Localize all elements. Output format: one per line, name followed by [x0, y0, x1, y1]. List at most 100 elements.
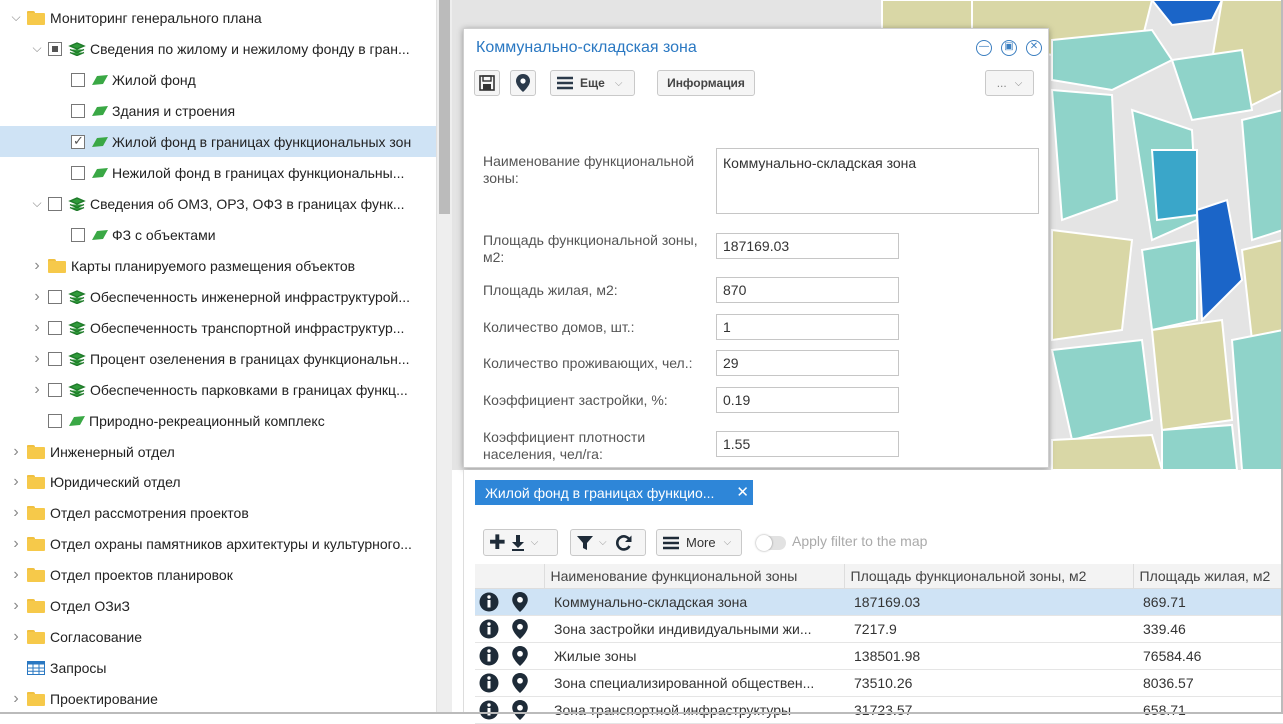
chevron-down-icon[interactable] — [31, 41, 43, 56]
tree-item-legal-dept[interactable]: Юридический отдел — [0, 466, 436, 497]
tree-item-engineering-infra[interactable]: Обеспеченность инженерной инфраструктуро… — [0, 281, 436, 312]
tree-item-design[interactable]: Проектирование — [0, 683, 436, 714]
chevron-right-icon[interactable] — [31, 290, 43, 304]
add-icon[interactable]: ✚ — [489, 530, 506, 555]
close-button[interactable]: ✕ — [1026, 40, 1042, 56]
filter-icon[interactable] — [577, 535, 593, 551]
tree-item-planned-maps[interactable]: Карты планируемого размещения объектов — [0, 250, 436, 281]
map-pin-icon[interactable] — [512, 699, 528, 720]
tree-item-recreation[interactable]: Природно-рекреационный комплекс — [0, 405, 436, 436]
field-zone-area[interactable]: 187169.03 — [716, 233, 899, 259]
close-icon[interactable]: ✕ — [736, 483, 749, 501]
chevron-right-icon[interactable] — [10, 568, 22, 582]
chevron-down-icon[interactable] — [31, 196, 43, 211]
field-density-coef[interactable]: 1.55 — [716, 431, 899, 457]
table-row[interactable]: Зона специализированной обществен... 735… — [475, 669, 1283, 697]
checkbox[interactable] — [48, 289, 62, 304]
chevron-right-icon[interactable] — [10, 537, 22, 551]
options-dropdown[interactable]: ... ⌵ — [985, 70, 1034, 96]
grid-more-menu-button[interactable]: More ⌵ — [656, 529, 742, 556]
download-icon[interactable] — [511, 534, 525, 551]
checkbox[interactable] — [48, 320, 62, 335]
checkbox-checked[interactable] — [71, 133, 85, 149]
layers-icon — [68, 289, 86, 304]
chevron-right-icon[interactable] — [10, 475, 22, 489]
table-row[interactable]: Зона застройки индивидуальными жи... 721… — [475, 615, 1283, 643]
checkbox[interactable] — [48, 196, 62, 211]
tree-item-label: Проектирование — [50, 690, 158, 707]
checkbox-partial[interactable] — [48, 41, 62, 56]
checkbox[interactable] — [71, 165, 85, 180]
tree-item-omz[interactable]: Сведения об ОМЗ, ОРЗ, ОФЗ в границах фун… — [0, 188, 436, 219]
table-header-living-area[interactable]: Площадь жилая, м2 — [1133, 564, 1283, 589]
scrollbar-thumb[interactable] — [439, 0, 450, 214]
table-row[interactable]: Жилые зоны 138501.98 76584.46 — [475, 642, 1283, 670]
field-zone-name[interactable]: Коммунально-складская зона — [716, 148, 1039, 214]
cell-living-area: 76584.46 — [1133, 642, 1283, 670]
info-icon[interactable] — [479, 592, 499, 612]
minimize-icon: — — [979, 41, 989, 52]
checkbox[interactable] — [48, 413, 62, 428]
checkbox[interactable] — [71, 103, 85, 118]
tree-item-project-review[interactable]: Отдел рассмотрения проектов — [0, 497, 436, 528]
filter-refresh-button-group[interactable]: ⌵ — [570, 529, 646, 556]
table-row[interactable]: Зона транспортной инфраструктуры 31723.5… — [475, 696, 1283, 724]
tree-item-greening[interactable]: Процент озеленения в границах функционал… — [0, 343, 436, 374]
chevron-right-icon[interactable] — [10, 445, 22, 459]
tree-item-nonresidential[interactable]: Нежилой фонд в границах функциональны... — [0, 157, 436, 188]
table-header-zone-name[interactable]: Наименование функциональной зоны — [544, 564, 845, 589]
map-pin-icon[interactable] — [512, 672, 528, 693]
tree-item-housing-fund[interactable]: Жилой фонд — [0, 64, 436, 95]
maximize-button[interactable]: ▣ — [1001, 40, 1017, 56]
chevron-right-icon[interactable] — [10, 506, 22, 520]
chevron-right-icon[interactable] — [31, 352, 43, 366]
map-pin-icon[interactable] — [512, 591, 528, 612]
info-icon[interactable] — [479, 700, 499, 720]
chevron-down-icon[interactable] — [10, 10, 22, 25]
chevron-right-icon[interactable] — [10, 630, 22, 644]
info-icon[interactable] — [479, 646, 499, 666]
table-header-zone-area[interactable]: Площадь функциональной зоны, м2 — [844, 564, 1134, 589]
checkbox[interactable] — [71, 72, 85, 87]
tree-item-queries[interactable]: Запросы — [0, 652, 436, 683]
layer-tab[interactable]: Жилой фонд в границах функцио... ✕ — [475, 480, 753, 505]
chevron-right-icon[interactable] — [31, 259, 43, 273]
table-row[interactable]: Коммунально-складская зона 187169.03 869… — [475, 588, 1283, 616]
tree-scrollbar[interactable] — [437, 0, 452, 714]
info-icon[interactable] — [479, 673, 499, 693]
tree-item-monuments[interactable]: Отдел охраны памятников архитектуры и ку… — [0, 528, 436, 559]
chevron-right-icon[interactable] — [10, 599, 22, 613]
tree-item-parking[interactable]: Обеспеченность парковками в границах фун… — [0, 374, 436, 405]
tree-item-housing-info[interactable]: Сведения по жилому и нежилому фонду в гр… — [0, 33, 436, 64]
field-living-area[interactable]: 870 — [716, 277, 899, 303]
apply-filter-toggle[interactable] — [756, 535, 786, 551]
map-pin-icon[interactable] — [512, 645, 528, 666]
tree-item-buildings[interactable]: Здания и строения — [0, 95, 436, 126]
field-residents[interactable]: 29 — [716, 350, 899, 376]
tree-item-approval[interactable]: Согласование — [0, 621, 436, 652]
map-pin-icon[interactable] — [512, 618, 528, 639]
tree-item-monitoring[interactable]: Мониторинг генерального плана — [0, 2, 436, 33]
tree-item-ozz[interactable]: Отдел ОЗиЗ — [0, 590, 436, 621]
tree-item-planning-projects[interactable]: Отдел проектов планировок — [0, 559, 436, 590]
add-export-button-group[interactable]: ✚ ⌵ — [483, 529, 558, 556]
info-button[interactable]: Информация — [657, 70, 755, 96]
field-houses[interactable]: 1 — [716, 314, 899, 340]
minimize-button[interactable]: — — [976, 40, 992, 56]
field-building-coef[interactable]: 0.19 — [716, 387, 899, 413]
chevron-right-icon[interactable] — [10, 692, 22, 706]
tree-item-housing-in-zones[interactable]: Жилой фонд в границах функциональных зон — [0, 126, 436, 157]
checkbox[interactable] — [71, 227, 85, 242]
tree-item-engineering-dept[interactable]: Инженерный отдел — [0, 436, 436, 467]
chevron-right-icon[interactable] — [31, 383, 43, 397]
checkbox[interactable] — [48, 351, 62, 366]
more-menu-button[interactable]: Еще ⌵ — [550, 70, 635, 96]
chevron-right-icon[interactable] — [31, 321, 43, 335]
tree-item-transport-infra[interactable]: Обеспеченность транспортной инфраструкту… — [0, 312, 436, 343]
info-icon[interactable] — [479, 619, 499, 639]
tree-item-fz-objects[interactable]: ФЗ с объектами — [0, 219, 436, 250]
refresh-icon[interactable] — [615, 534, 633, 552]
locate-button[interactable] — [510, 70, 536, 96]
checkbox[interactable] — [48, 382, 62, 397]
save-button[interactable] — [474, 70, 500, 96]
